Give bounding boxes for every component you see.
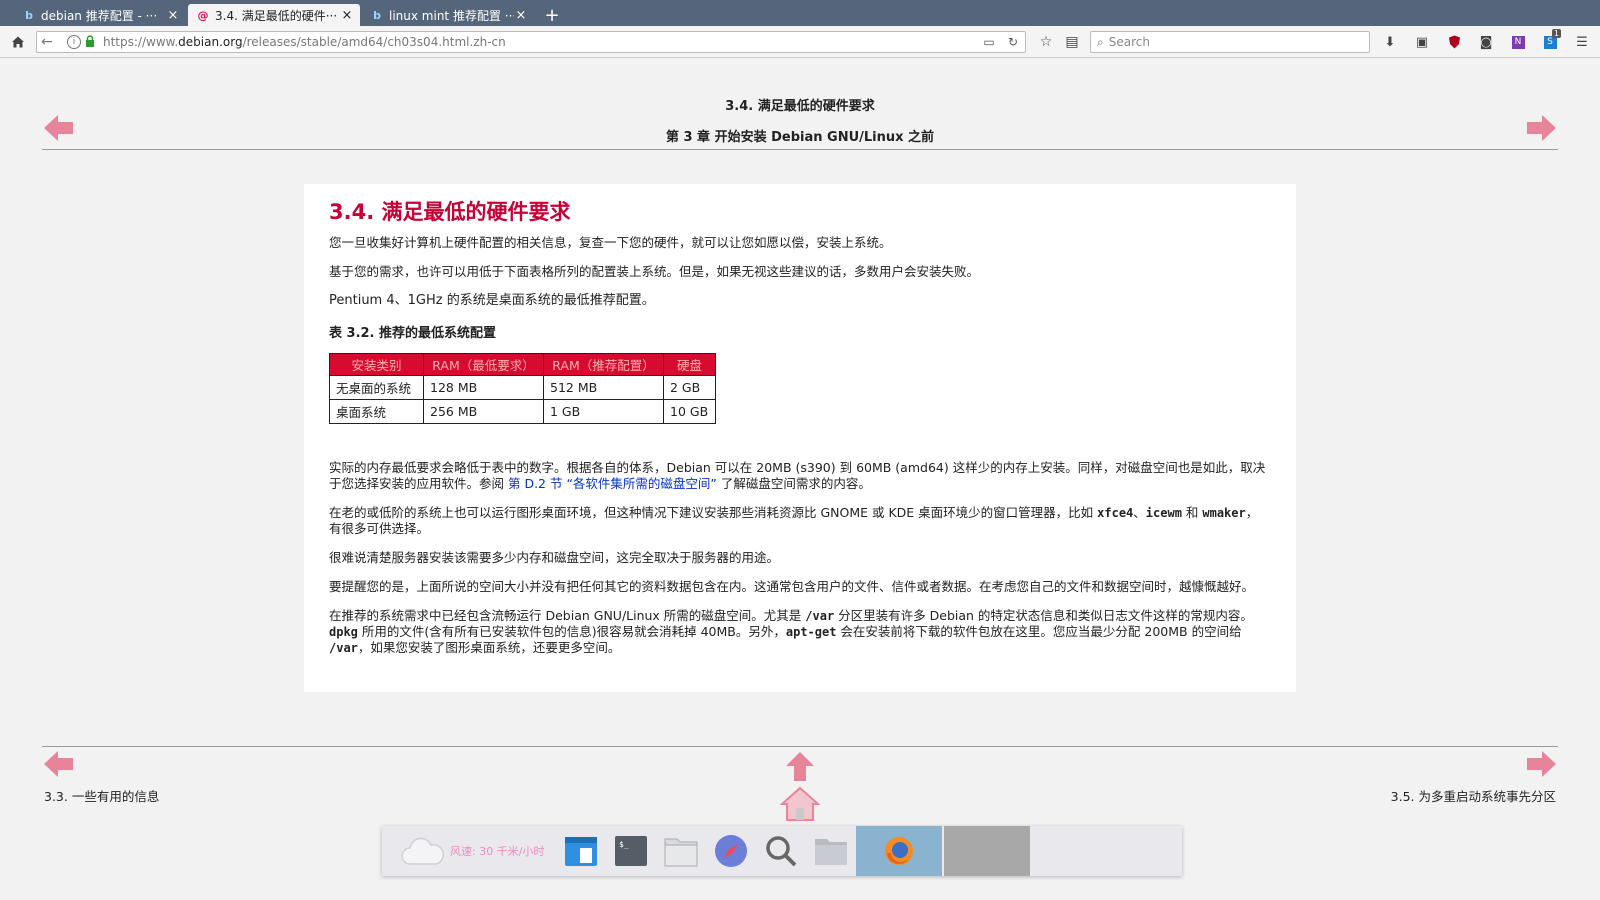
tab-label: 3.4. 满足最低的硬件··· <box>215 8 338 23</box>
next-page-link[interactable]: 3.5. 为多重启动系统事先分区 <box>1391 786 1556 805</box>
text-editor-icon[interactable] <box>556 826 606 876</box>
table-header-row: 安装类别 RAM（最低要求） RAM（推荐配置） 硬盘 <box>329 353 716 376</box>
close-tab-icon[interactable]: × <box>514 8 528 23</box>
desktop-dock: 风速: 30 千米/小时 $_ <box>382 826 1182 876</box>
bing-favicon-icon: b <box>373 8 381 22</box>
disk-space-link[interactable]: 第 D.2 节 “各软件集所需的磁盘空间” <box>508 476 717 491</box>
firefox-icon[interactable] <box>856 826 943 876</box>
tab-label: debian 推荐配置 - ··· <box>41 8 158 23</box>
footer-divider <box>42 746 1558 747</box>
section-title: 3.4. 满足最低的硬件要求 <box>725 99 875 114</box>
table-cell: 256 MB <box>423 399 544 424</box>
site-info-icon[interactable]: i <box>67 35 81 49</box>
prev-page-link[interactable]: 3.3. 一些有用的信息 <box>44 786 159 805</box>
bookmark-star-icon[interactable]: ☆ <box>1034 30 1058 54</box>
table-row: 桌面系统 256 MB 1 GB 10 GB <box>329 399 716 424</box>
prev-arrow-icon[interactable] <box>44 114 74 142</box>
home-nav-icon[interactable] <box>780 786 820 822</box>
paragraph-needs: 基于您的需求，也许可以用低于下面表格所列的配置装上系统。但是，如果无视这些建议的… <box>329 264 980 279</box>
paragraph-memory: 实际的内存最低要求会略低于表中的数字。根据各自的体系，Debian 可以在 20… <box>329 460 1266 491</box>
folder-icon[interactable] <box>806 826 856 876</box>
screenshot-extension-icon[interactable]: ▣ <box>1410 30 1434 54</box>
table-cell: 128 MB <box>423 375 544 400</box>
url-bar[interactable]: ← i https://www.debian.org/releases/stab… <box>36 31 1026 53</box>
table-caption: 表 3.2. 推荐的最低系统配置 <box>329 326 497 341</box>
home-icon[interactable] <box>6 30 30 54</box>
table-cell: 10 GB <box>663 399 716 424</box>
weather-wind-text: 风速: 30 千米/小时 <box>450 845 545 858</box>
chapter-title: 第 3 章 开始安装 Debian GNU/Linux 之前 <box>665 130 935 145</box>
reader-view-icon[interactable]: ▭ <box>977 35 1001 49</box>
bing-favicon-icon: b <box>25 8 33 22</box>
table-header-cell: 安装类别 <box>329 353 424 376</box>
page-nav-header: 3.4. 满足最低的硬件要求 第 3 章 开始安装 Debian GNU/Lin… <box>42 88 1558 150</box>
paragraph-var: 在推荐的系统需求中已经包含流畅运行 Debian GNU/Linux 所需的磁盘… <box>329 608 1253 655</box>
table-header-cell: RAM（最低要求） <box>423 353 544 376</box>
download-icon[interactable]: ⬇ <box>1378 30 1402 54</box>
table-cell: 无桌面的系统 <box>329 375 424 400</box>
search-app-icon[interactable] <box>756 826 806 876</box>
paragraph-intro: 您一旦收集好计算机上硬件配置的相关信息，复查一下您的硬件，就可以让您如愿以偿，安… <box>329 235 892 250</box>
requirements-table: 安装类别 RAM（最低要求） RAM（推荐配置） 硬盘 无桌面的系统 128 M… <box>329 353 716 424</box>
cloud-weather-icon <box>400 836 445 866</box>
table-cell: 1 GB <box>543 399 664 424</box>
close-tab-icon[interactable]: × <box>166 8 180 23</box>
window-preview-thumbnail[interactable] <box>944 826 1031 876</box>
mask-extension-icon[interactable]: ◙ <box>1474 30 1498 54</box>
sync-extension-icon[interactable]: S1 <box>1538 29 1562 54</box>
prev-arrow-icon[interactable] <box>44 750 74 778</box>
content-card: 3.4. 满足最低的硬件要求 您一旦收集好计算机上硬件配置的相关信息，复查一下您… <box>304 184 1296 692</box>
table-cell: 2 GB <box>663 375 716 400</box>
debian-favicon-icon: @ <box>197 8 209 22</box>
table-header-cell: RAM（推荐配置） <box>543 353 664 376</box>
next-arrow-icon[interactable] <box>1526 750 1556 778</box>
url-text[interactable]: https://www.debian.org/releases/stable/a… <box>103 35 977 49</box>
tab-label: linux mint 推荐配置 ··· <box>389 8 514 23</box>
tab-debian-config[interactable]: b debian 推荐配置 - ··· × <box>14 4 186 26</box>
search-icon: ⌕ <box>1097 34 1104 49</box>
lock-icon <box>85 34 99 50</box>
tab-hardware-requirements[interactable]: @ 3.4. 满足最低的硬件··· × <box>188 4 360 26</box>
table-cell: 桌面系统 <box>329 399 424 424</box>
page-heading: 3.4. 满足最低的硬件要求 <box>329 200 571 224</box>
paragraph-reminder: 要提醒您的是，上面所说的空间大小并没有把任何其它的资料数据包含在内。这通常包含用… <box>329 579 1255 594</box>
terminal-icon[interactable]: $_ <box>606 826 656 876</box>
files-icon[interactable] <box>656 826 706 876</box>
paragraph-pentium: Pentium 4、1GHz 的系统是桌面系统的最低推荐配置。 <box>329 293 655 308</box>
back-arrow-icon[interactable]: ← <box>41 34 61 50</box>
reading-list-icon[interactable]: ▤ <box>1060 30 1084 54</box>
up-arrow-icon[interactable] <box>785 752 815 782</box>
svg-text:$_: $_ <box>619 840 629 849</box>
extension-badge: 1 <box>1551 29 1561 38</box>
paragraph-server: 很难说清楚服务器安装该需要多少内存和磁盘空间，这完全取决于服务器的用途。 <box>329 550 780 565</box>
web-browser-compass-icon[interactable] <box>706 826 756 876</box>
search-input[interactable]: ⌕ Search <box>1090 31 1370 53</box>
ublock-shield-icon[interactable] <box>1442 30 1466 54</box>
reload-icon[interactable]: ↻ <box>1001 35 1025 49</box>
table-header-cell: 硬盘 <box>663 353 716 376</box>
navigation-toolbar: ← i https://www.debian.org/releases/stab… <box>0 26 1600 58</box>
toolbar-right-buttons: ⬇ ▣ ◙ N S1 ☰ <box>1370 29 1594 54</box>
paragraph-window-managers: 在老的或低阶的系统上也可以运行图形桌面环境，但这种情况下建议安装那些消耗资源比 … <box>329 505 1259 536</box>
onenote-extension-icon[interactable]: N <box>1506 30 1530 54</box>
next-arrow-icon[interactable] <box>1526 114 1556 142</box>
tab-linux-mint-config[interactable]: b linux mint 推荐配置 ··· × <box>362 4 534 26</box>
menu-hamburger-icon[interactable]: ☰ <box>1570 30 1594 54</box>
tab-bar: b debian 推荐配置 - ··· × @ 3.4. 满足最低的硬件··· … <box>0 0 1600 26</box>
new-tab-button[interactable]: + <box>540 4 564 26</box>
table-row: 无桌面的系统 128 MB 512 MB 2 GB <box>329 375 716 400</box>
close-tab-icon[interactable]: × <box>340 8 354 23</box>
table-cell: 512 MB <box>543 375 664 400</box>
